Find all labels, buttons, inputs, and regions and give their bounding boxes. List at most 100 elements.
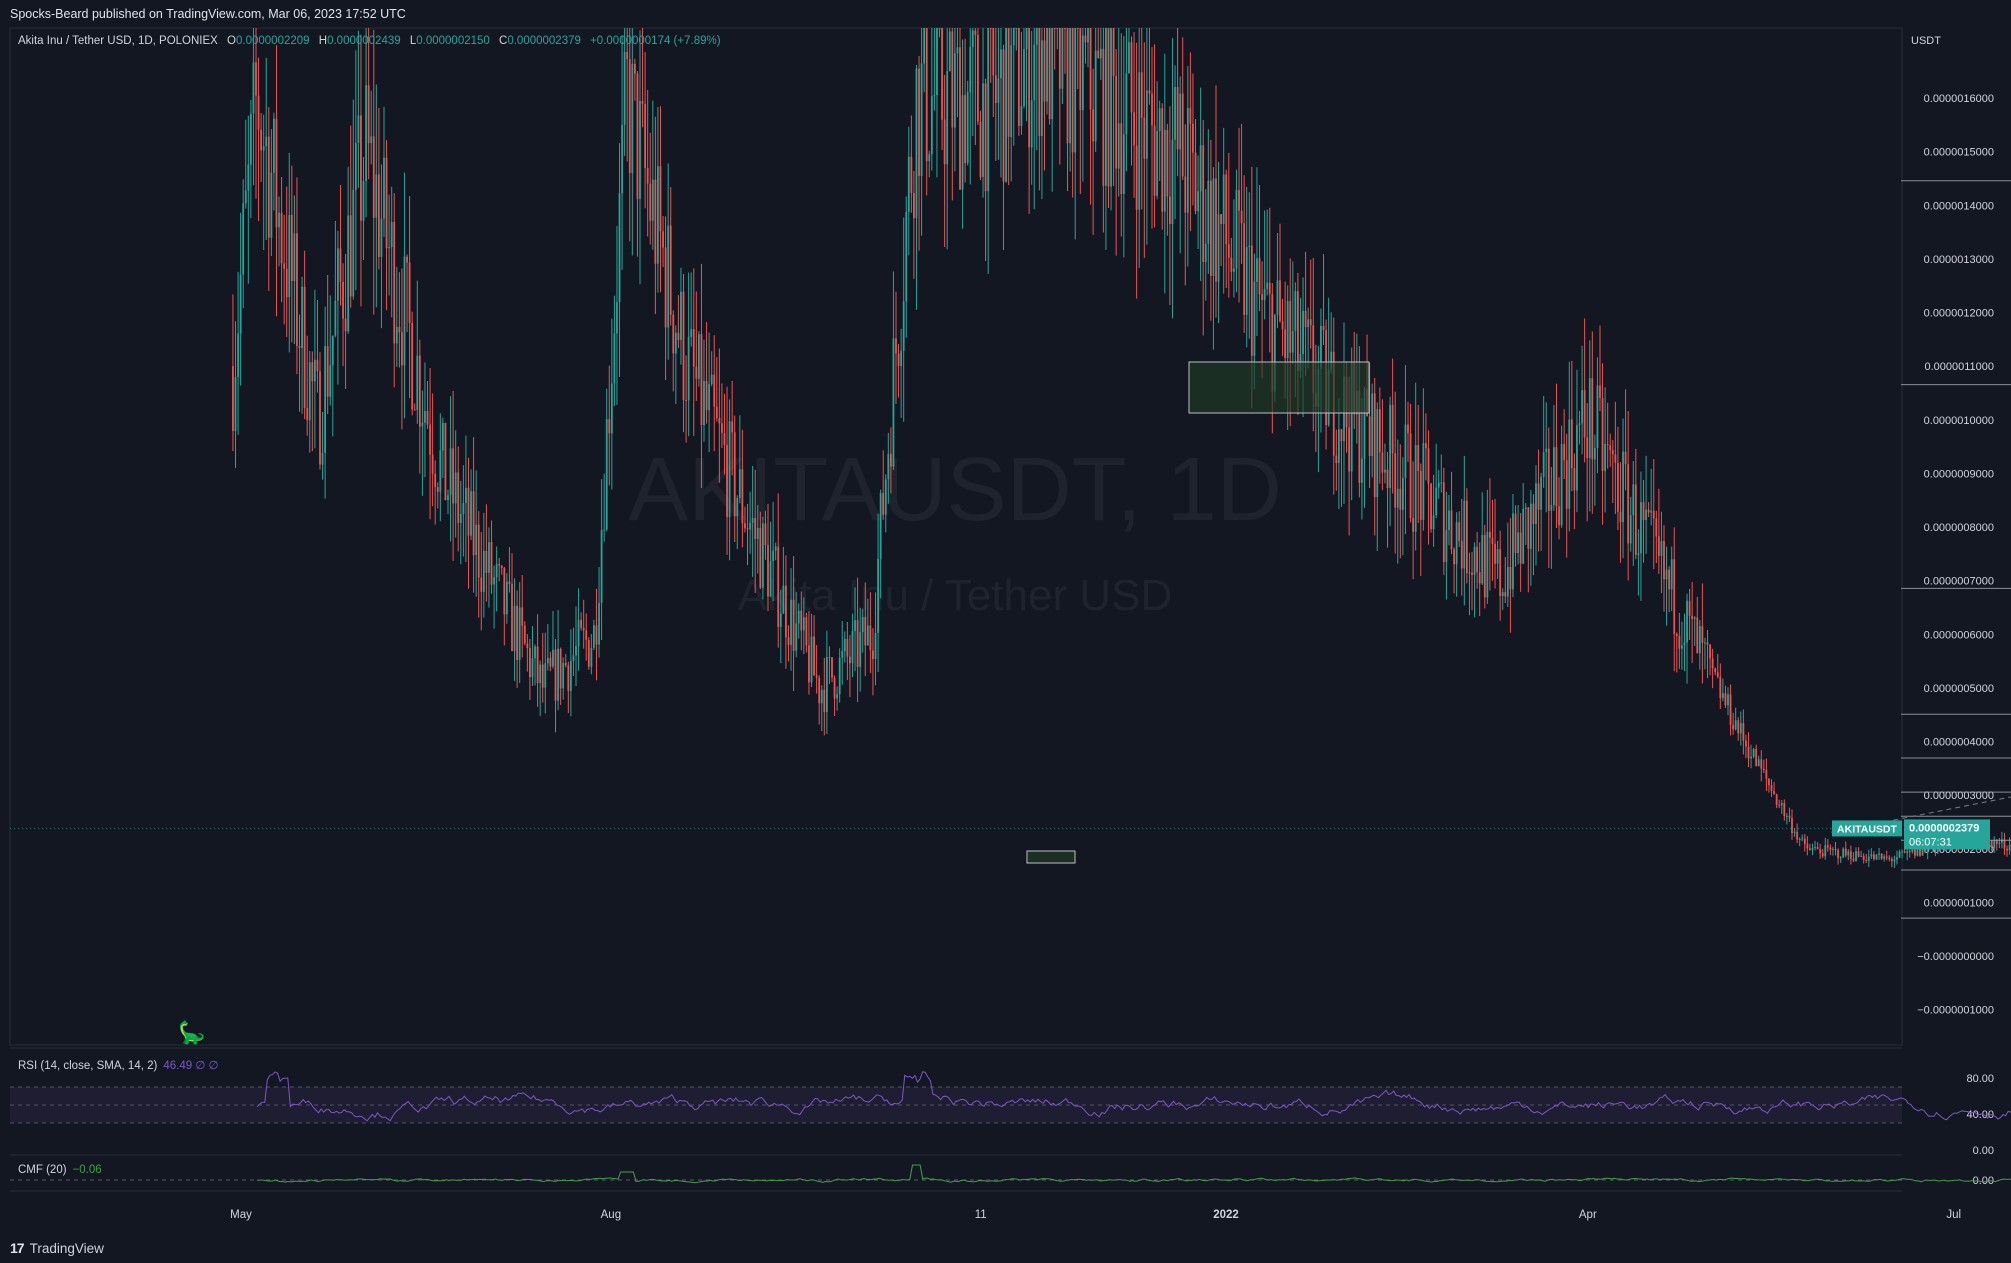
candle-body [925, 28, 928, 162]
candle-body [610, 383, 613, 434]
candle-body [979, 121, 982, 177]
candle-body [1084, 35, 1087, 43]
candle-body [1412, 518, 1415, 532]
candle-body [511, 583, 513, 651]
candle-body [1532, 503, 1535, 524]
candle-body [744, 523, 746, 529]
candle-body [577, 619, 580, 646]
candle-body [1058, 28, 1061, 89]
candle-body [649, 183, 652, 221]
y-tick-label: 0.0000005000 [1924, 683, 1994, 695]
candle-body [1716, 672, 1719, 677]
candle-body [1645, 509, 1647, 521]
candle-body [273, 118, 275, 173]
candle-body [1074, 28, 1077, 153]
candle-body [1819, 849, 1822, 854]
candle-body [1163, 129, 1166, 212]
candle-body [1071, 28, 1074, 153]
candle-body [1832, 849, 1834, 851]
candle-body [1455, 522, 1458, 565]
candle-body [1235, 190, 1238, 269]
candle-body [907, 156, 910, 213]
candle-body [1094, 50, 1097, 142]
candle-body [1783, 802, 1786, 816]
tradingview-logo-icon: 17 [10, 1240, 25, 1256]
candle-body [296, 233, 298, 347]
candle-body [787, 637, 790, 645]
candle-body [1453, 549, 1455, 565]
candle-body [493, 577, 495, 585]
candle-body [1491, 537, 1494, 544]
candle-body [572, 655, 575, 661]
candle-body [444, 422, 447, 501]
candle-body [703, 381, 705, 426]
candle-body [1184, 176, 1187, 213]
chart-canvas[interactable]: AKITAUSDT, 1DAkita Inu / Tether USDUSDT0… [0, 0, 2011, 1263]
tradingview-logo[interactable]: 17 TradingView [10, 1240, 104, 1256]
candle-body [1673, 559, 1676, 634]
candle-body [370, 136, 373, 144]
candle-body [616, 302, 618, 334]
candle-body [1253, 281, 1256, 356]
candle-body [756, 527, 759, 539]
candle-body [1634, 484, 1637, 555]
candle-body [674, 332, 677, 354]
candle-body [375, 174, 378, 218]
candle-body [605, 419, 608, 530]
candle-body [424, 410, 426, 423]
candle-body [1212, 178, 1215, 276]
candle-body [1250, 245, 1253, 356]
candle-body [388, 247, 391, 249]
candle-body [1233, 268, 1235, 272]
candle-body [672, 314, 675, 354]
candle-body [462, 503, 465, 514]
x-tick-label: May [230, 1209, 252, 1221]
candle-body [1430, 483, 1432, 530]
candle-body [587, 639, 590, 667]
legend-symbol[interactable]: Akita Inu / Tether USD, 1D, POLONIEX [18, 35, 218, 47]
candle-body [1688, 600, 1691, 616]
candle-body [861, 616, 864, 633]
candle-body [1898, 851, 1901, 858]
candle-body [1076, 28, 1079, 29]
candle-body [260, 129, 263, 151]
candle-body [928, 154, 931, 162]
candle-body [475, 524, 478, 556]
candle-body [1729, 694, 1732, 725]
cmf-legend-label: CMF (20) [18, 1164, 67, 1176]
rsi-legend[interactable]: RSI (14, close, SMA, 14, 2) 46.49 ∅ ∅ [18, 1058, 219, 1072]
candle-body [1002, 49, 1005, 182]
candle-body [1796, 831, 1799, 840]
y-tick-label: −0.0000000000 [1917, 951, 1994, 963]
candle-body [482, 550, 485, 592]
candle-body [600, 530, 603, 603]
candle-body [1017, 28, 1020, 126]
candle-body [1568, 419, 1571, 509]
candle-body [1857, 851, 1860, 857]
candle-body [288, 214, 291, 298]
candle-body [526, 643, 529, 649]
candle-body [595, 625, 598, 645]
candle-body [313, 359, 316, 382]
candle-body [808, 645, 810, 683]
candle-body [467, 487, 470, 536]
y-tick-label: 0.0000013000 [1924, 254, 1994, 266]
candle-body [1760, 759, 1763, 769]
candle-body [1481, 534, 1484, 584]
candle-body [966, 92, 969, 164]
footer-bar [0, 1236, 2011, 1263]
candle-body [1289, 301, 1292, 353]
candle-body [2003, 839, 2006, 849]
candle-body [472, 491, 475, 556]
candle-body [321, 452, 324, 465]
candle-body [1683, 642, 1686, 646]
candle-body [1222, 174, 1225, 224]
candle-body [1238, 190, 1240, 211]
candle-body [1291, 331, 1294, 353]
candle-body [1335, 455, 1338, 464]
cmf-legend[interactable]: CMF (20) −0.06 [18, 1164, 102, 1176]
candle-body [910, 156, 913, 194]
candle-body [421, 422, 424, 427]
candle-body [1519, 532, 1522, 564]
candle-body [234, 377, 237, 432]
